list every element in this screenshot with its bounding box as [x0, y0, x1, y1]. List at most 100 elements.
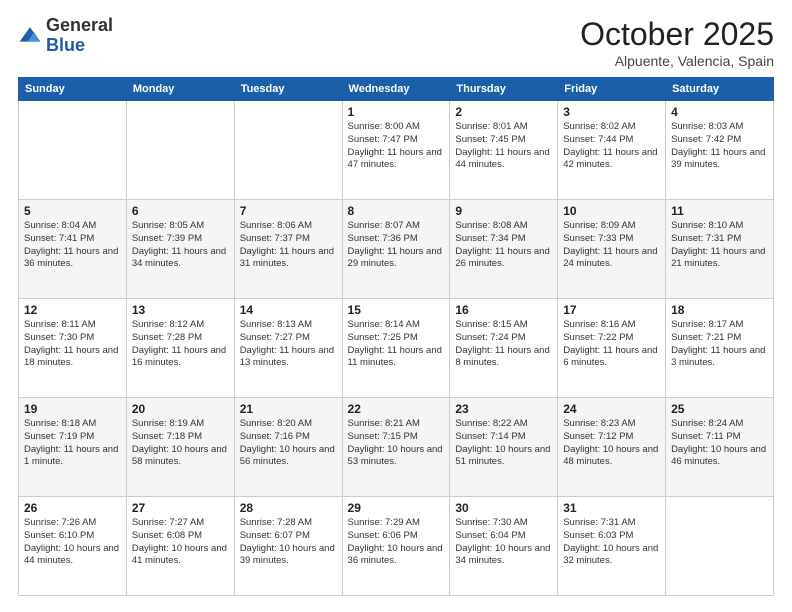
logo: General Blue [18, 16, 113, 56]
weekday-tuesday: Tuesday [234, 78, 342, 101]
day-number: 25 [671, 402, 768, 416]
weekday-wednesday: Wednesday [342, 78, 450, 101]
header: General Blue October 2025 Alpuente, Vale… [18, 16, 774, 69]
location: Alpuente, Valencia, Spain [580, 53, 774, 69]
day-info: Sunrise: 8:19 AM Sunset: 7:18 PM Dayligh… [132, 418, 229, 469]
day-number: 16 [455, 303, 552, 317]
day-info: Sunrise: 8:13 AM Sunset: 7:27 PM Dayligh… [240, 319, 337, 370]
day-cell: 26 Sunrise: 7:26 AM Sunset: 6:10 PM Dayli… [19, 497, 127, 596]
day-number: 11 [671, 204, 768, 218]
day-info: Sunrise: 8:02 AM Sunset: 7:44 PM Dayligh… [563, 121, 660, 172]
day-cell: 21 Sunrise: 8:20 AM Sunset: 7:16 PM Dayli… [234, 398, 342, 497]
day-cell: 14 Sunrise: 8:13 AM Sunset: 7:27 PM Dayli… [234, 299, 342, 398]
day-info: Sunrise: 8:15 AM Sunset: 7:24 PM Dayligh… [455, 319, 552, 370]
day-cell: 25 Sunrise: 8:24 AM Sunset: 7:11 PM Dayli… [666, 398, 774, 497]
day-number: 5 [24, 204, 121, 218]
day-info: Sunrise: 8:17 AM Sunset: 7:21 PM Dayligh… [671, 319, 768, 370]
day-number: 28 [240, 501, 337, 515]
day-info: Sunrise: 8:06 AM Sunset: 7:37 PM Dayligh… [240, 220, 337, 271]
day-info: Sunrise: 8:18 AM Sunset: 7:19 PM Dayligh… [24, 418, 121, 469]
month-title: October 2025 [580, 16, 774, 53]
day-cell: 12 Sunrise: 8:11 AM Sunset: 7:30 PM Dayli… [19, 299, 127, 398]
weekday-friday: Friday [558, 78, 666, 101]
day-number: 31 [563, 501, 660, 515]
weekday-sunday: Sunday [19, 78, 127, 101]
day-cell: 13Sunrise: 8:12 AM Sunset: 7:28 PM Dayli… [126, 299, 234, 398]
day-number: 26 [24, 501, 121, 515]
day-info: Sunrise: 7:29 AM Sunset: 6:06 PM Dayligh… [348, 517, 445, 568]
logo-icon [18, 24, 42, 48]
day-number: 30 [455, 501, 552, 515]
day-info: Sunrise: 8:21 AM Sunset: 7:15 PM Dayligh… [348, 418, 445, 469]
day-number: 12 [24, 303, 121, 317]
day-info: Sunrise: 8:00 AM Sunset: 7:47 PM Dayligh… [348, 121, 445, 172]
day-cell: 11 Sunrise: 8:10 AM Sunset: 7:31 PM Dayli… [666, 200, 774, 299]
day-cell: 16 Sunrise: 8:15 AM Sunset: 7:24 PM Dayli… [450, 299, 558, 398]
title-section: October 2025 Alpuente, Valencia, Spain [580, 16, 774, 69]
day-info: Sunrise: 7:28 AM Sunset: 6:07 PM Dayligh… [240, 517, 337, 568]
day-cell: 31Sunrise: 7:31 AM Sunset: 6:03 PM Dayli… [558, 497, 666, 596]
day-number: 6 [132, 204, 229, 218]
day-number: 2 [455, 105, 552, 119]
day-cell [19, 101, 127, 200]
day-cell: 2 Sunrise: 8:01 AM Sunset: 7:45 PM Daylig… [450, 101, 558, 200]
day-cell: 10 Sunrise: 8:09 AM Sunset: 7:33 PM Dayli… [558, 200, 666, 299]
day-info: Sunrise: 8:03 AM Sunset: 7:42 PM Dayligh… [671, 121, 768, 172]
week-row-2: 5 Sunrise: 8:04 AM Sunset: 7:41 PM Daylig… [19, 200, 774, 299]
day-info: Sunrise: 8:20 AM Sunset: 7:16 PM Dayligh… [240, 418, 337, 469]
day-number: 24 [563, 402, 660, 416]
day-info: Sunrise: 8:04 AM Sunset: 7:41 PM Dayligh… [24, 220, 121, 271]
day-info: Sunrise: 8:05 AM Sunset: 7:39 PM Dayligh… [132, 220, 229, 271]
day-cell: 30 Sunrise: 7:30 AM Sunset: 6:04 PM Dayli… [450, 497, 558, 596]
day-cell: 3Sunrise: 8:02 AM Sunset: 7:44 PM Daylig… [558, 101, 666, 200]
day-info: Sunrise: 8:24 AM Sunset: 7:11 PM Dayligh… [671, 418, 768, 469]
day-cell: 22Sunrise: 8:21 AM Sunset: 7:15 PM Dayli… [342, 398, 450, 497]
day-cell: 15Sunrise: 8:14 AM Sunset: 7:25 PM Dayli… [342, 299, 450, 398]
week-row-4: 19 Sunrise: 8:18 AM Sunset: 7:19 PM Dayli… [19, 398, 774, 497]
week-row-1: 1 Sunrise: 8:00 AM Sunset: 7:47 PM Daylig… [19, 101, 774, 200]
day-cell: 24Sunrise: 8:23 AM Sunset: 7:12 PM Dayli… [558, 398, 666, 497]
day-cell: 28 Sunrise: 7:28 AM Sunset: 6:07 PM Dayli… [234, 497, 342, 596]
day-number: 9 [455, 204, 552, 218]
calendar: SundayMondayTuesdayWednesdayThursdayFrid… [18, 77, 774, 596]
weekday-header-row: SundayMondayTuesdayWednesdayThursdayFrid… [19, 78, 774, 101]
day-cell: 27Sunrise: 7:27 AM Sunset: 6:08 PM Dayli… [126, 497, 234, 596]
day-number: 14 [240, 303, 337, 317]
day-cell: 8Sunrise: 8:07 AM Sunset: 7:36 PM Daylig… [342, 200, 450, 299]
day-info: Sunrise: 7:30 AM Sunset: 6:04 PM Dayligh… [455, 517, 552, 568]
day-info: Sunrise: 8:07 AM Sunset: 7:36 PM Dayligh… [348, 220, 445, 271]
day-number: 19 [24, 402, 121, 416]
day-cell [126, 101, 234, 200]
week-row-3: 12 Sunrise: 8:11 AM Sunset: 7:30 PM Dayli… [19, 299, 774, 398]
day-number: 13 [132, 303, 229, 317]
day-number: 4 [671, 105, 768, 119]
day-number: 23 [455, 402, 552, 416]
day-number: 1 [348, 105, 445, 119]
day-cell: 18Sunrise: 8:17 AM Sunset: 7:21 PM Dayli… [666, 299, 774, 398]
day-number: 10 [563, 204, 660, 218]
weekday-monday: Monday [126, 78, 234, 101]
day-number: 21 [240, 402, 337, 416]
day-cell: 9 Sunrise: 8:08 AM Sunset: 7:34 PM Daylig… [450, 200, 558, 299]
day-number: 7 [240, 204, 337, 218]
day-cell: 23 Sunrise: 8:22 AM Sunset: 7:14 PM Dayli… [450, 398, 558, 497]
day-cell: 1 Sunrise: 8:00 AM Sunset: 7:47 PM Daylig… [342, 101, 450, 200]
day-info: Sunrise: 8:09 AM Sunset: 7:33 PM Dayligh… [563, 220, 660, 271]
day-cell [666, 497, 774, 596]
weekday-thursday: Thursday [450, 78, 558, 101]
day-info: Sunrise: 8:11 AM Sunset: 7:30 PM Dayligh… [24, 319, 121, 370]
day-info: Sunrise: 8:10 AM Sunset: 7:31 PM Dayligh… [671, 220, 768, 271]
day-cell: 17Sunrise: 8:16 AM Sunset: 7:22 PM Dayli… [558, 299, 666, 398]
day-info: Sunrise: 7:26 AM Sunset: 6:10 PM Dayligh… [24, 517, 121, 568]
day-info: Sunrise: 8:22 AM Sunset: 7:14 PM Dayligh… [455, 418, 552, 469]
day-cell: 7 Sunrise: 8:06 AM Sunset: 7:37 PM Daylig… [234, 200, 342, 299]
day-number: 15 [348, 303, 445, 317]
day-info: Sunrise: 8:01 AM Sunset: 7:45 PM Dayligh… [455, 121, 552, 172]
day-cell: 19 Sunrise: 8:18 AM Sunset: 7:19 PM Dayli… [19, 398, 127, 497]
day-cell: 4 Sunrise: 8:03 AM Sunset: 7:42 PM Daylig… [666, 101, 774, 200]
day-number: 17 [563, 303, 660, 317]
day-info: Sunrise: 7:27 AM Sunset: 6:08 PM Dayligh… [132, 517, 229, 568]
day-info: Sunrise: 8:08 AM Sunset: 7:34 PM Dayligh… [455, 220, 552, 271]
logo-general: General [46, 16, 113, 36]
page: General Blue October 2025 Alpuente, Vale… [0, 0, 792, 612]
